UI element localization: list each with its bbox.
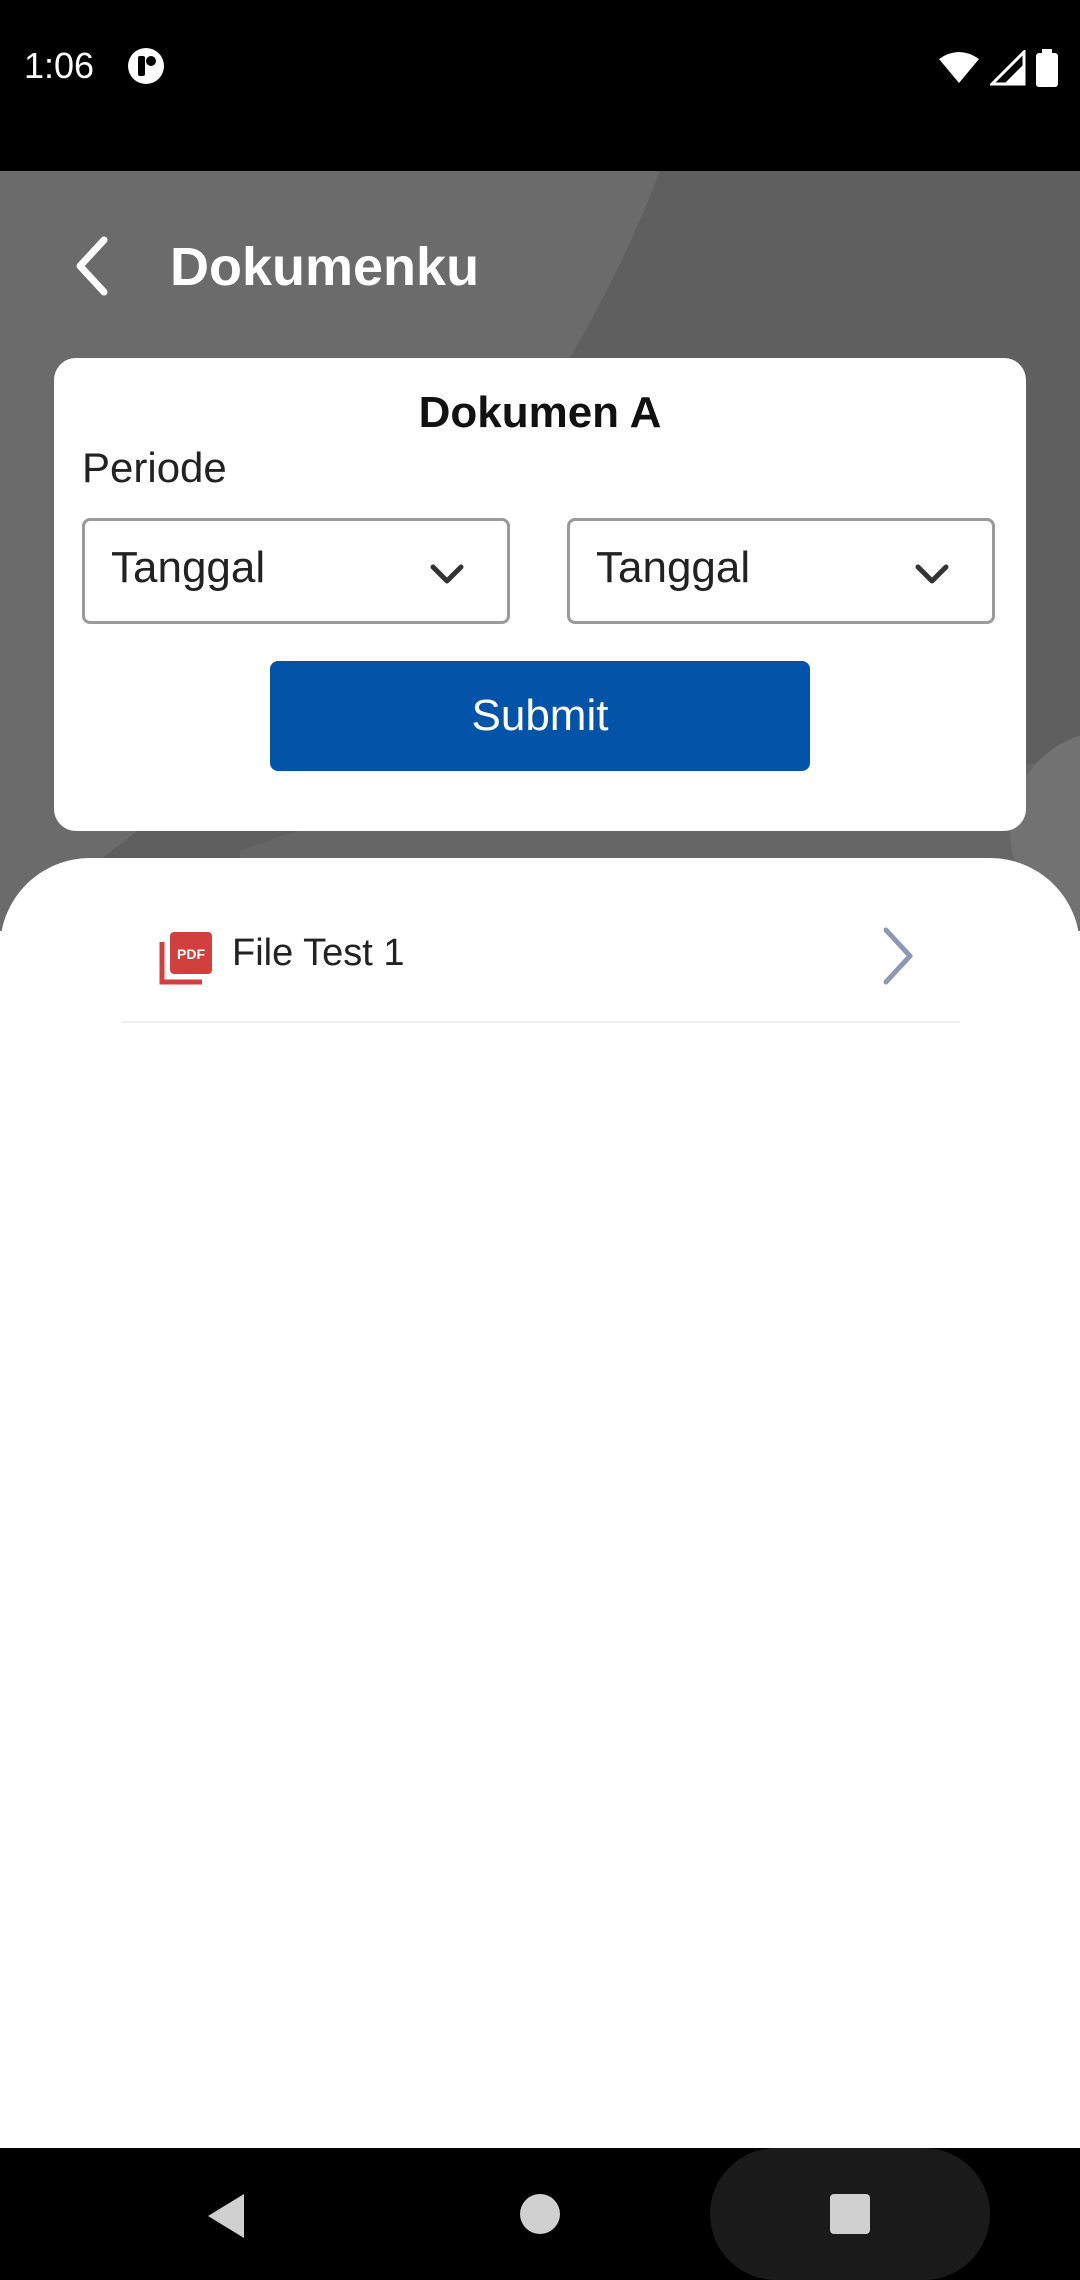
home-circle-icon[interactable] — [518, 2192, 562, 2236]
signal-icon — [990, 50, 1026, 86]
document-name: File Test 1 — [232, 932, 405, 974]
status-icons — [938, 48, 1058, 88]
chevron-left-icon — [76, 236, 108, 296]
document-item[interactable]: PDF File Test 1 — [122, 918, 960, 1023]
svg-text:PDF: PDF — [177, 946, 205, 962]
status-time: 1:06 — [24, 45, 95, 86]
recents-square-icon[interactable] — [828, 2192, 872, 2236]
chevron-down-icon — [915, 564, 949, 584]
document-list: PDF File Test 1 — [0, 858, 1080, 2148]
filter-card: Dokumen A Periode Tanggal Tanggal Submit — [54, 358, 1026, 831]
back-triangle-icon[interactable] — [204, 2192, 248, 2240]
start-date-dropdown[interactable]: Tanggal — [82, 518, 510, 624]
period-label: Periode — [82, 444, 227, 491]
end-date-dropdown[interactable]: Tanggal — [567, 518, 995, 624]
system-nav-bar — [0, 2148, 1080, 2280]
pdf-icon: PDF — [159, 932, 212, 985]
notification-app-icon — [128, 48, 164, 84]
wifi-icon — [939, 52, 979, 83]
battery-icon — [1036, 49, 1058, 87]
chevron-right-icon — [883, 927, 913, 985]
card-title: Dokumen A — [418, 388, 662, 437]
submit-button[interactable]: Submit — [270, 661, 810, 771]
status-bar: 1:06 — [0, 0, 1080, 171]
chevron-down-icon — [430, 564, 464, 584]
start-date-value: Tanggal — [111, 543, 266, 592]
end-date-value: Tanggal — [596, 543, 751, 592]
page-title: Dokumenku — [170, 237, 480, 297]
back-button[interactable] — [62, 226, 122, 306]
